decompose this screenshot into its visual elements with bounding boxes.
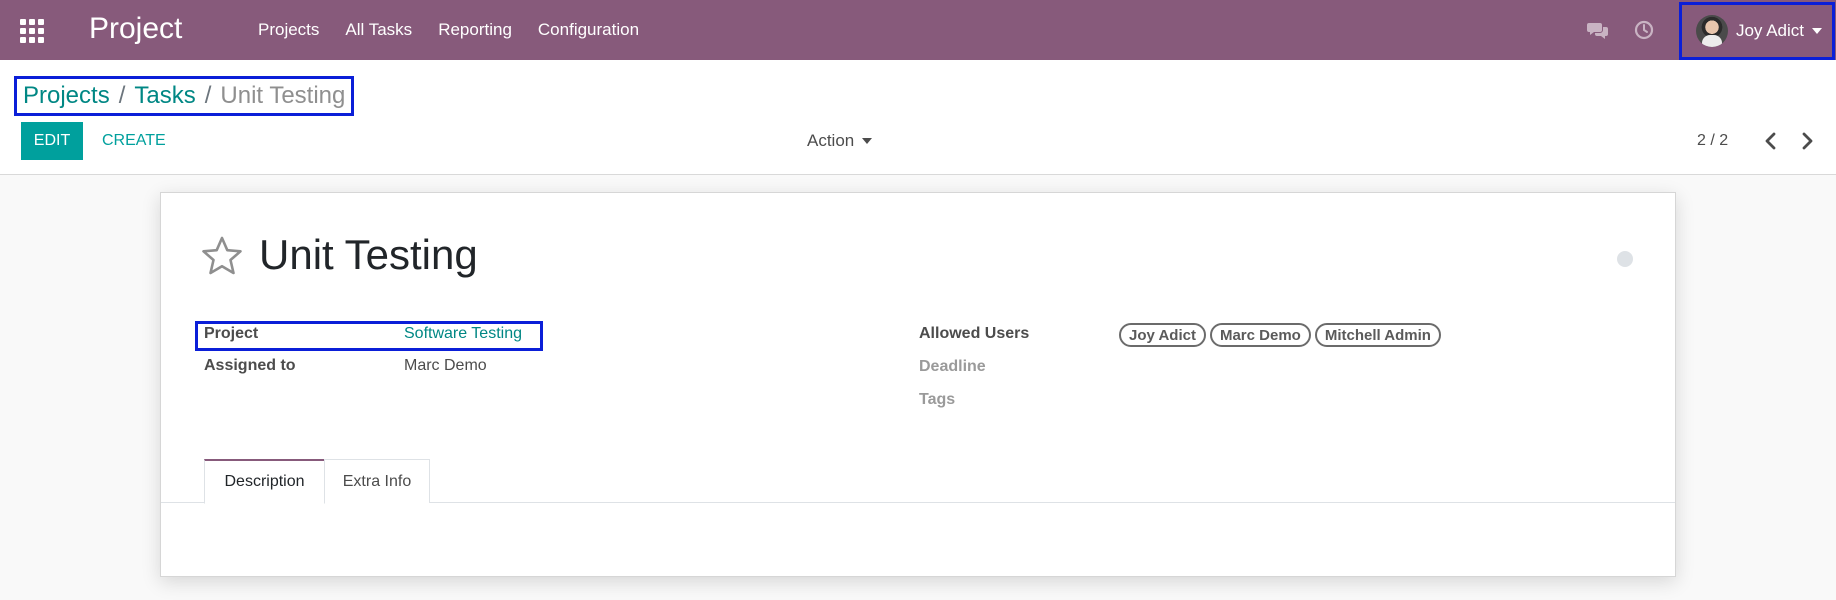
tags-label: Tags [919, 391, 956, 408]
tab-description[interactable]: Description [204, 459, 325, 504]
pager-previous-button[interactable] [1760, 130, 1782, 152]
breadcrumb-separator: / [204, 82, 212, 109]
user-tag[interactable]: Mitchell Admin [1314, 323, 1441, 347]
deadline-label: Deadline [919, 358, 986, 375]
menu-item-projects[interactable]: Projects [258, 20, 319, 40]
breadcrumb: Projects / Tasks / Unit Testing [14, 76, 355, 116]
breadcrumb-tasks[interactable]: Tasks [134, 82, 195, 110]
create-button[interactable]: CREATE [102, 122, 166, 160]
breadcrumb-current: Unit Testing [220, 82, 346, 109]
action-label: Action [807, 131, 855, 150]
app-title[interactable]: Project [89, 12, 182, 46]
chevron-down-icon [1812, 27, 1822, 34]
user-tag[interactable]: Joy Adict [1119, 323, 1206, 347]
allowed-users-tags[interactable]: Joy Adict Marc Demo Mitchell Admin [1119, 323, 1445, 347]
activity-clock-icon[interactable] [1633, 19, 1655, 41]
menu-item-all-tasks[interactable]: All Tasks [345, 20, 412, 40]
user-name: Joy Adict [1735, 20, 1804, 40]
main-menu: Projects All Tasks Reporting Configurati… [258, 0, 665, 60]
action-dropdown[interactable]: Action [807, 122, 873, 160]
top-navbar: Project Projects All Tasks Reporting Con… [0, 0, 1836, 60]
kanban-status-dot[interactable] [1617, 251, 1633, 267]
pager-value[interactable]: 2 / 2 [1697, 122, 1728, 160]
notebook-tabs: Description Extra Info [161, 459, 1675, 504]
pager-next-button[interactable] [1796, 130, 1818, 152]
control-panel: Projects / Tasks / Unit Testing [0, 60, 1836, 175]
allowed-users-label: Allowed Users [919, 325, 1030, 342]
chat-icon[interactable] [1586, 19, 1609, 41]
systray: Joy Adict [1586, 0, 1836, 60]
user-menu[interactable]: Joy Adict [1678, 1, 1835, 60]
menu-item-configuration[interactable]: Configuration [538, 20, 639, 40]
apps-menu-icon[interactable] [20, 19, 44, 43]
form-sheet: Unit Testing Project Software Testing As… [160, 192, 1676, 577]
breadcrumb-projects[interactable]: Projects [23, 82, 110, 110]
assigned-to-value[interactable]: Marc Demo [404, 357, 487, 375]
star-icon[interactable] [201, 235, 243, 277]
chevron-down-icon [862, 138, 873, 144]
menu-item-reporting[interactable]: Reporting [438, 20, 512, 40]
project-label: Project [204, 325, 259, 342]
assigned-to-label: Assigned to [204, 357, 296, 374]
edit-button[interactable]: EDIT [21, 122, 83, 160]
record-title[interactable]: Unit Testing [259, 231, 478, 279]
tab-extra-info[interactable]: Extra Info [324, 459, 430, 503]
project-link[interactable]: Software Testing [404, 325, 522, 343]
user-tag[interactable]: Marc Demo [1209, 323, 1311, 347]
breadcrumb-separator: / [118, 82, 126, 109]
user-avatar [1695, 14, 1728, 47]
